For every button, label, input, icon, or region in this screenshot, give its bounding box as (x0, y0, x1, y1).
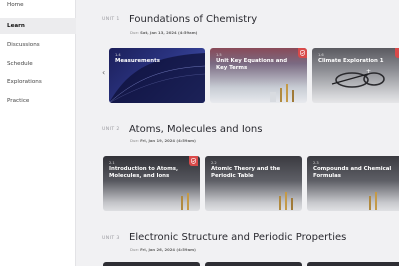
lesson-title: Climate Exploration 1 (318, 58, 384, 64)
unit-label: UNIT 3 (102, 236, 120, 241)
unit-due: Due: Fri, Jan 19, 2024 (4:59am) (130, 138, 196, 143)
sidebar: Home Learn Discussions Schedule Explorat… (0, 0, 76, 266)
card-image (369, 192, 377, 210)
lesson-card[interactable] (103, 262, 200, 266)
lesson-card[interactable]: 1.5 Unit Key Equations and Key Terms (210, 48, 307, 103)
lesson-title: Introduction to Atoms, Molecules, and Io… (109, 166, 178, 179)
lesson-card[interactable]: 2.3 Compounds and Chemical Formulas (307, 156, 399, 211)
card-image: + (331, 68, 385, 88)
unit-due: Due: Fri, Jan 26, 2024 (4:59am) (130, 247, 196, 252)
card-image (279, 192, 293, 210)
lesson-number: 1.5 (216, 53, 222, 57)
lesson-number: 1.6 (318, 53, 324, 57)
sidebar-item-practice[interactable]: Practice (0, 93, 76, 109)
unit-title[interactable]: Atoms, Molecules and Ions (129, 124, 262, 135)
lesson-title: Unit Key Equations and Key Terms (216, 58, 288, 71)
lesson-card[interactable]: 2.1 Introduction to Atoms, Molecules, an… (103, 156, 200, 211)
svg-text:+: + (366, 68, 371, 75)
lesson-card[interactable]: 1.4 Measurements (109, 48, 205, 103)
lesson-title: Atomic Theory and the Periodic Table (211, 166, 281, 179)
card-image (181, 193, 189, 210)
lesson-card[interactable]: + 1.6 Climate Exploration 1 (312, 48, 399, 103)
main-content: UNIT 1 Foundations of Chemistry Due: Sat… (77, 0, 399, 266)
shield-check-icon (189, 156, 198, 166)
lesson-number: 2.3 (313, 161, 319, 165)
sidebar-item-discussions[interactable]: Discussions (0, 37, 76, 53)
sidebar-item-learn[interactable]: Learn (0, 18, 76, 34)
sidebar-item-home[interactable]: Home (0, 0, 76, 12)
sidebar-item-schedule[interactable]: Schedule (0, 56, 76, 72)
unit-label: UNIT 2 (102, 127, 120, 132)
shield-check-icon (298, 48, 307, 58)
lesson-number: 2.2 (211, 161, 217, 165)
unit-label: UNIT 1 (102, 17, 120, 22)
lesson-card[interactable] (307, 262, 399, 266)
card-image (109, 53, 205, 103)
card-image (270, 84, 294, 102)
lesson-title: Measurements (115, 58, 160, 64)
unit-title[interactable]: Electronic Structure and Periodic Proper… (129, 232, 346, 243)
shield-check-icon (395, 48, 399, 58)
lesson-card[interactable] (205, 262, 302, 266)
lesson-card[interactable]: 2.2 Atomic Theory and the Periodic Table (205, 156, 302, 211)
sidebar-item-explorations[interactable]: Explorations (0, 74, 76, 90)
lesson-title: Compounds and Chemical Formulas (313, 166, 392, 179)
lesson-number: 1.4 (115, 53, 121, 57)
lesson-number: 2.1 (109, 161, 115, 165)
chevron-left-icon[interactable]: ‹ (102, 68, 105, 77)
unit-due: Due: Sat, Jan 13, 2024 (4:59am) (130, 30, 198, 35)
unit-title[interactable]: Foundations of Chemistry (129, 14, 257, 25)
